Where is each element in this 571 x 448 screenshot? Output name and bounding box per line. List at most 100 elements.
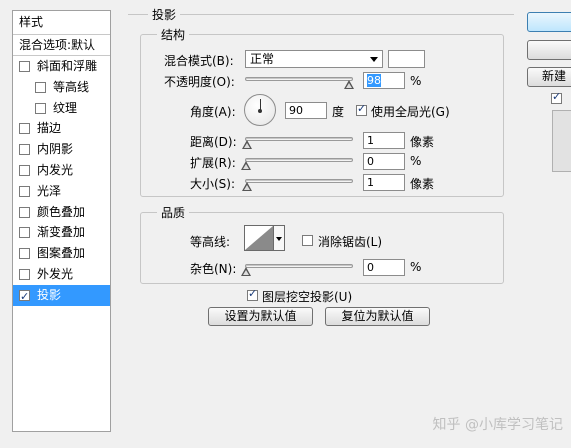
size-slider-thumb[interactable] — [242, 182, 252, 191]
styles-header[interactable]: 样式 — [13, 11, 110, 35]
style-item[interactable]: 投影 — [13, 284, 110, 306]
size-input[interactable]: 1 — [363, 174, 405, 191]
knockout-checkbox[interactable] — [247, 287, 258, 301]
reset-default-button[interactable]: 复位为默认值 — [325, 307, 430, 326]
preview-thumbnail — [552, 110, 571, 172]
style-item-label: 等高线 — [53, 79, 90, 94]
noise-label: 杂色(N): — [190, 262, 237, 276]
style-items: 斜面和浮雕等高线纹理描边内阴影内发光光泽颜色叠加渐变叠加图案叠加外发光投影 — [13, 56, 110, 306]
global-light-label[interactable]: 使用全局光(G) — [371, 103, 450, 120]
style-item-label: 内阴影 — [37, 142, 74, 157]
style-item[interactable]: 渐变叠加 — [13, 222, 110, 243]
blend-mode-label: 混合模式(B): — [164, 54, 234, 68]
style-item-label: 斜面和浮雕 — [37, 59, 98, 73]
style-item-checkbox[interactable] — [19, 268, 30, 280]
blend-mode-select[interactable]: 正常 — [245, 50, 383, 68]
distance-slider[interactable] — [245, 137, 353, 141]
spread-input[interactable]: 0 — [363, 153, 405, 170]
knockout-label[interactable]: 图层挖空投影(U) — [262, 288, 352, 305]
style-item-checkbox[interactable] — [19, 227, 30, 239]
style-item[interactable]: 颜色叠加 — [13, 202, 110, 223]
blending-options-item[interactable]: 混合选项:默认 — [13, 35, 110, 56]
angle-value: 90 — [289, 104, 303, 117]
angle-label: 角度(A): — [190, 105, 236, 119]
spread-value: 0 — [367, 155, 374, 168]
structure-title: 结构 — [157, 26, 190, 43]
spread-slider[interactable] — [245, 158, 353, 162]
make-default-button[interactable]: 设置为默认值 — [208, 307, 313, 326]
style-item-checkbox[interactable] — [35, 81, 46, 93]
style-item-checkbox[interactable] — [19, 185, 30, 197]
noise-slider-thumb[interactable] — [241, 267, 251, 276]
style-item-checkbox[interactable] — [19, 287, 30, 306]
preview-checkbox[interactable] — [551, 90, 562, 104]
distance-unit: 像素 — [410, 135, 435, 149]
angle-unit: 度 — [332, 105, 345, 119]
style-item-label: 纹理 — [53, 100, 78, 115]
opacity-label: 不透明度(O): — [164, 75, 235, 89]
style-item-checkbox[interactable] — [35, 102, 46, 114]
style-item-label: 光泽 — [37, 183, 62, 198]
style-item[interactable]: 光泽 — [13, 181, 110, 202]
blend-mode-value: 正常 — [250, 52, 275, 66]
shadow-color-swatch[interactable] — [388, 50, 425, 68]
drop-shadow-title: 投影 — [148, 6, 181, 23]
style-item[interactable]: 描边 — [13, 118, 110, 139]
style-item[interactable]: 外发光 — [13, 264, 110, 285]
style-item-checkbox[interactable] — [19, 123, 30, 135]
contour-preview[interactable] — [244, 225, 274, 251]
style-item[interactable]: 斜面和浮雕 — [13, 56, 110, 77]
style-item[interactable]: 等高线 — [13, 77, 110, 98]
chevron-down-icon — [370, 57, 378, 62]
antialias-label[interactable]: 消除锯齿(L) — [318, 233, 382, 250]
noise-value: 0 — [367, 261, 374, 274]
contour-dropdown-button[interactable] — [274, 225, 285, 251]
quality-title: 品质 — [157, 204, 190, 221]
style-item[interactable]: 图案叠加 — [13, 243, 110, 264]
style-item-label: 颜色叠加 — [37, 204, 86, 219]
noise-slider[interactable] — [245, 264, 353, 268]
style-item-checkbox[interactable] — [19, 164, 30, 176]
style-item[interactable]: 纹理 — [13, 98, 110, 119]
style-item-checkbox[interactable] — [19, 206, 30, 218]
opacity-slider-thumb[interactable] — [344, 80, 354, 89]
style-item-label: 外发光 — [37, 266, 74, 281]
style-item-label: 描边 — [37, 121, 62, 136]
size-value: 1 — [367, 176, 374, 189]
style-item-label: 渐变叠加 — [37, 225, 86, 240]
ok-button[interactable] — [527, 12, 571, 32]
style-item-label: 投影 — [37, 287, 62, 302]
size-label: 大小(S): — [190, 177, 236, 191]
new-style-button[interactable]: 新建 — [527, 67, 571, 87]
size-slider[interactable] — [245, 179, 353, 183]
global-light-checkbox[interactable] — [356, 102, 367, 116]
opacity-input[interactable]: 98 — [363, 72, 405, 89]
noise-input[interactable]: 0 — [363, 259, 405, 276]
distance-input[interactable]: 1 — [363, 132, 405, 149]
antialias-checkbox[interactable] — [302, 235, 313, 246]
spread-unit: % — [410, 154, 422, 168]
style-item-checkbox[interactable] — [19, 248, 30, 260]
distance-label: 距离(D): — [190, 135, 237, 149]
style-item[interactable]: 内发光 — [13, 160, 110, 181]
contour-label: 等高线: — [190, 235, 231, 249]
style-item[interactable]: 内阴影 — [13, 139, 110, 160]
angle-input[interactable]: 90 — [285, 102, 327, 119]
size-unit: 像素 — [410, 177, 435, 191]
spread-label: 扩展(R): — [190, 156, 236, 170]
spread-slider-thumb[interactable] — [241, 161, 251, 170]
style-item-label: 内发光 — [37, 162, 74, 177]
style-item-checkbox[interactable] — [19, 144, 30, 156]
style-item-label: 图案叠加 — [37, 246, 86, 261]
opacity-unit: % — [410, 74, 422, 88]
angle-dial[interactable] — [244, 94, 276, 126]
styles-list: 样式 混合选项:默认 斜面和浮雕等高线纹理描边内阴影内发光光泽颜色叠加渐变叠加图… — [12, 10, 111, 432]
opacity-slider[interactable] — [245, 77, 353, 81]
new-style-label: 新建 — [542, 69, 567, 83]
cancel-button[interactable] — [527, 40, 571, 60]
distance-value: 1 — [367, 134, 374, 147]
style-item-checkbox[interactable] — [19, 61, 30, 72]
distance-slider-thumb[interactable] — [242, 140, 252, 149]
watermark: 知乎 @小库学习笔记 — [432, 417, 563, 433]
noise-unit: % — [410, 260, 422, 274]
